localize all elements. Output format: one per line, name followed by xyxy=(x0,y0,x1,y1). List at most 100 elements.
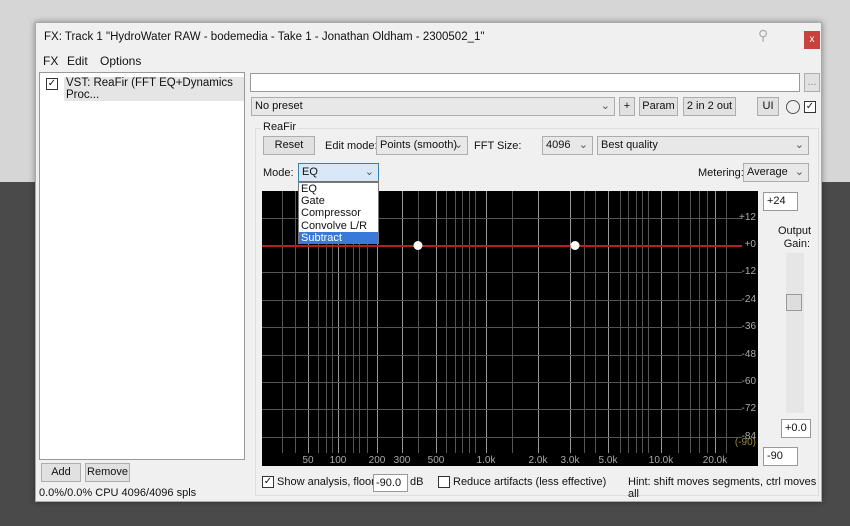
grid-vline-major xyxy=(538,191,539,453)
metering-select[interactable]: Average ⌄ xyxy=(743,163,809,182)
preset-value: No preset xyxy=(255,100,303,112)
edit-mode-label: Edit mode: xyxy=(325,140,378,152)
grid-hline xyxy=(262,354,742,356)
mode-option-subtract[interactable]: Subtract xyxy=(299,231,378,244)
show-analysis-label: Show analysis, floor: xyxy=(277,476,378,488)
grid-vline xyxy=(628,191,629,453)
grid-vline xyxy=(295,191,296,453)
grid-vline xyxy=(699,191,700,453)
mode-option-compressor[interactable]: Compressor xyxy=(299,207,378,219)
window-title: FX: Track 1 "HydroWater RAW - bodemedia … xyxy=(44,31,485,43)
grid-vline-major xyxy=(570,191,571,453)
mode-value: EQ xyxy=(302,166,318,178)
grid-vline xyxy=(707,191,708,453)
grid-vline xyxy=(512,191,513,453)
grid-vline xyxy=(595,191,596,453)
mode-dropdown: EQ Gate Compressor Convolve L/R Subtract xyxy=(298,182,379,244)
more-button[interactable]: ... xyxy=(804,73,820,92)
menu-fx[interactable]: FX xyxy=(43,54,58,68)
eq-point[interactable] xyxy=(413,241,423,250)
grid-vline xyxy=(455,191,456,453)
grid-vline xyxy=(462,191,463,453)
show-analysis-checkbox[interactable]: ✓ xyxy=(262,476,274,488)
grid-vline-major xyxy=(608,191,609,453)
bypass-checkbox[interactable]: ✓ xyxy=(804,101,816,113)
add-button[interactable]: Add xyxy=(41,463,81,482)
grid-hline xyxy=(262,382,742,383)
fx-name-input[interactable] xyxy=(250,73,800,92)
grid-vline xyxy=(282,191,283,453)
gain-value-input[interactable]: +0.0 xyxy=(781,419,811,438)
eq-curve[interactable] xyxy=(262,245,742,247)
chevron-down-icon: ⌄ xyxy=(794,139,804,151)
wet-knob[interactable] xyxy=(786,100,800,114)
x-axis-label: 10.0k xyxy=(648,455,674,466)
grid-vline xyxy=(726,191,727,453)
grid-vline-major xyxy=(402,191,403,453)
reduce-artifacts-checkbox[interactable] xyxy=(438,476,450,488)
x-axis-label: 100 xyxy=(329,455,347,466)
y-axis-label: -72 xyxy=(741,403,756,415)
gain-slider-track[interactable] xyxy=(786,253,804,413)
grid-vline xyxy=(475,191,476,453)
grid-vline-major xyxy=(486,191,487,453)
chevron-down-icon: ⌄ xyxy=(794,166,804,178)
grid-hline xyxy=(262,327,742,329)
eq-point[interactable] xyxy=(570,241,580,250)
fft-size-select[interactable]: 4096 ⌄ xyxy=(542,136,593,155)
output-gain-label: Output Gain: xyxy=(778,225,812,250)
remove-button[interactable]: Remove xyxy=(85,463,130,482)
fft-size-label: FFT Size: xyxy=(474,140,522,152)
x-axis-label: 2.0k xyxy=(528,455,548,466)
x-axis-label: 200 xyxy=(368,455,386,466)
grid-vline xyxy=(469,191,470,453)
gain-slider-thumb[interactable] xyxy=(786,294,802,311)
menu-options[interactable]: Options xyxy=(100,54,141,68)
param-button[interactable]: Param xyxy=(639,97,678,116)
grid-vline xyxy=(648,191,649,453)
edit-mode-value: Points (smooth) xyxy=(380,139,458,151)
fx-list[interactable]: ✓ VST: ReaFir (FFT EQ+Dynamics Proc... xyxy=(39,72,245,460)
preset-select[interactable]: No preset ⌄ xyxy=(251,97,615,116)
pin-icon[interactable]: ⚲ xyxy=(758,27,768,44)
mode-option-gate[interactable]: Gate xyxy=(299,195,378,207)
reset-button[interactable]: Reset xyxy=(263,136,315,155)
range-top-input[interactable]: +24 xyxy=(763,192,798,211)
fx-window: FX: Track 1 "HydroWater RAW - bodemedia … xyxy=(35,22,822,502)
y-axis-label: -48 xyxy=(741,348,756,360)
y-axis-label: +12 xyxy=(739,211,756,223)
x-axis-label: 20.0k xyxy=(702,455,728,466)
io-button[interactable]: 2 in 2 out xyxy=(683,97,736,116)
chevron-down-icon: ⌄ xyxy=(364,166,374,178)
add-preset-button[interactable]: + xyxy=(619,97,635,116)
y-axis-label: +0 xyxy=(744,239,756,250)
mode-option-eq[interactable]: EQ xyxy=(299,183,378,195)
grid-vline xyxy=(690,191,691,453)
grid-vline xyxy=(418,191,419,453)
grid-vline-major xyxy=(436,191,437,453)
ui-button[interactable]: UI xyxy=(757,97,779,116)
range-bottom-input[interactable]: -90 xyxy=(763,447,798,466)
mode-option-convolve[interactable]: Convolve L/R xyxy=(299,220,378,232)
quality-select[interactable]: Best quality ⌄ xyxy=(597,136,809,155)
chevron-down-icon: ⌄ xyxy=(578,139,588,151)
x-axis-label: 50 xyxy=(302,455,314,466)
db-label: dB xyxy=(410,476,424,488)
grid-vline xyxy=(584,191,585,453)
hint-text: Hint: shift moves segments, ctrl moves a… xyxy=(628,476,817,500)
edit-mode-select[interactable]: Points (smooth) ⌄ xyxy=(376,136,468,155)
fx-list-item[interactable]: VST: ReaFir (FFT EQ+Dynamics Proc... xyxy=(64,77,244,101)
y-axis-label: -36 xyxy=(741,321,756,333)
close-button[interactable]: x xyxy=(804,31,820,49)
y-axis-label: -60 xyxy=(741,376,756,387)
y-axis-label: -12 xyxy=(741,266,756,278)
fx-enable-checkbox[interactable]: ✓ xyxy=(46,78,58,90)
floor-input[interactable]: -90.0 xyxy=(373,474,408,492)
reduce-artifacts-label: Reduce artifacts (less effective) xyxy=(453,476,607,488)
grid-vline xyxy=(642,191,643,453)
x-axis-label: 1.0k xyxy=(476,455,496,466)
mode-label: Mode: xyxy=(263,167,294,179)
menu-edit[interactable]: Edit xyxy=(67,54,88,68)
mode-select[interactable]: EQ ⌄ xyxy=(298,163,379,182)
x-axis-label: 500 xyxy=(427,455,445,466)
